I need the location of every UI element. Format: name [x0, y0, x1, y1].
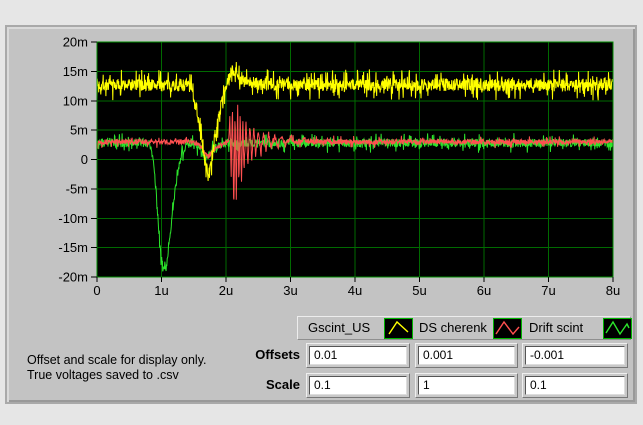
plot-legend: Gscint_US DS cherenk Drift scint: [297, 316, 631, 340]
scale-value-ds-cherenk[interactable]: 1: [418, 376, 515, 395]
y-axis-label: -15m: [58, 240, 88, 255]
legend-label-ds-cherenk[interactable]: DS cherenk: [419, 317, 487, 339]
y-axis-label: 15m: [63, 64, 88, 79]
green-zigzag-glyph-icon: [606, 322, 629, 334]
offset-value-drift-scint[interactable]: -0.001: [525, 346, 625, 365]
x-axis-label: 8u: [606, 283, 620, 298]
waveform-graph: 20m 15m 10m 5m 0 -5m -10m -15m -20m 0 1u 2u 3u 4u 5u 6u…: [35, 30, 633, 302]
main-panel: 20m 15m 10m 5m 0 -5m -10m -15m -20m 0 1u 2u 3u 4u 5u 6u…: [5, 25, 637, 404]
y-axis-label: 0: [81, 152, 88, 167]
ds-cherenk-plot-icon[interactable]: [493, 318, 522, 339]
x-axis-label: 5u: [412, 283, 426, 298]
scale-value-gscint-us[interactable]: 0.1: [309, 376, 407, 395]
x-axis-label: 7u: [541, 283, 555, 298]
x-axis-label: 2u: [219, 283, 233, 298]
y-axis-label: -20m: [58, 270, 88, 285]
x-axis-label: 4u: [348, 283, 362, 298]
y-axis-label: 20m: [63, 35, 88, 50]
scale-input-gscint-us[interactable]: 0.1: [306, 373, 410, 398]
scale-label: Scale: [200, 377, 300, 392]
scale-input-ds-cherenk[interactable]: 1: [415, 373, 518, 398]
legend-label-gscint-us[interactable]: Gscint_US: [308, 317, 370, 339]
red-zigzag-glyph-icon: [496, 322, 519, 334]
legend-label-drift-scint[interactable]: Drift scint: [529, 317, 583, 339]
x-axis-label: 6u: [477, 283, 491, 298]
x-axis-label: 3u: [283, 283, 297, 298]
note-line-1: Offset and scale for display only.: [27, 353, 207, 368]
offset-input-drift-scint[interactable]: -0.001: [522, 343, 628, 368]
scale-value-drift-scint[interactable]: 0.1: [525, 376, 625, 395]
y-axis-label: -5m: [66, 181, 88, 196]
y-axis-label: 5m: [70, 123, 88, 138]
offsets-label: Offsets: [200, 347, 300, 362]
gscint-us-plot-icon[interactable]: [384, 318, 413, 339]
drift-scint-plot-icon[interactable]: [603, 318, 632, 339]
y-axis-label: -10m: [58, 211, 88, 226]
offset-input-gscint-us[interactable]: 0.01: [306, 343, 410, 368]
offset-value-ds-cherenk[interactable]: 0.001: [418, 346, 515, 365]
note-line-2: True voltages saved to .csv: [27, 368, 207, 383]
yellow-peak-glyph-icon: [389, 322, 408, 334]
y-axis-label: 10m: [63, 93, 88, 108]
x-axis-label: 0: [93, 283, 100, 298]
offset-value-gscint-us[interactable]: 0.01: [309, 346, 407, 365]
front-panel-window: 20m 15m 10m 5m 0 -5m -10m -15m -20m 0 1u 2u 3u 4u 5u 6u…: [0, 0, 643, 425]
scale-input-drift-scint[interactable]: 0.1: [522, 373, 628, 398]
offset-input-ds-cherenk[interactable]: 0.001: [415, 343, 518, 368]
note-text: Offset and scale for display only. True …: [27, 353, 207, 383]
x-axis-label: 1u: [154, 283, 168, 298]
